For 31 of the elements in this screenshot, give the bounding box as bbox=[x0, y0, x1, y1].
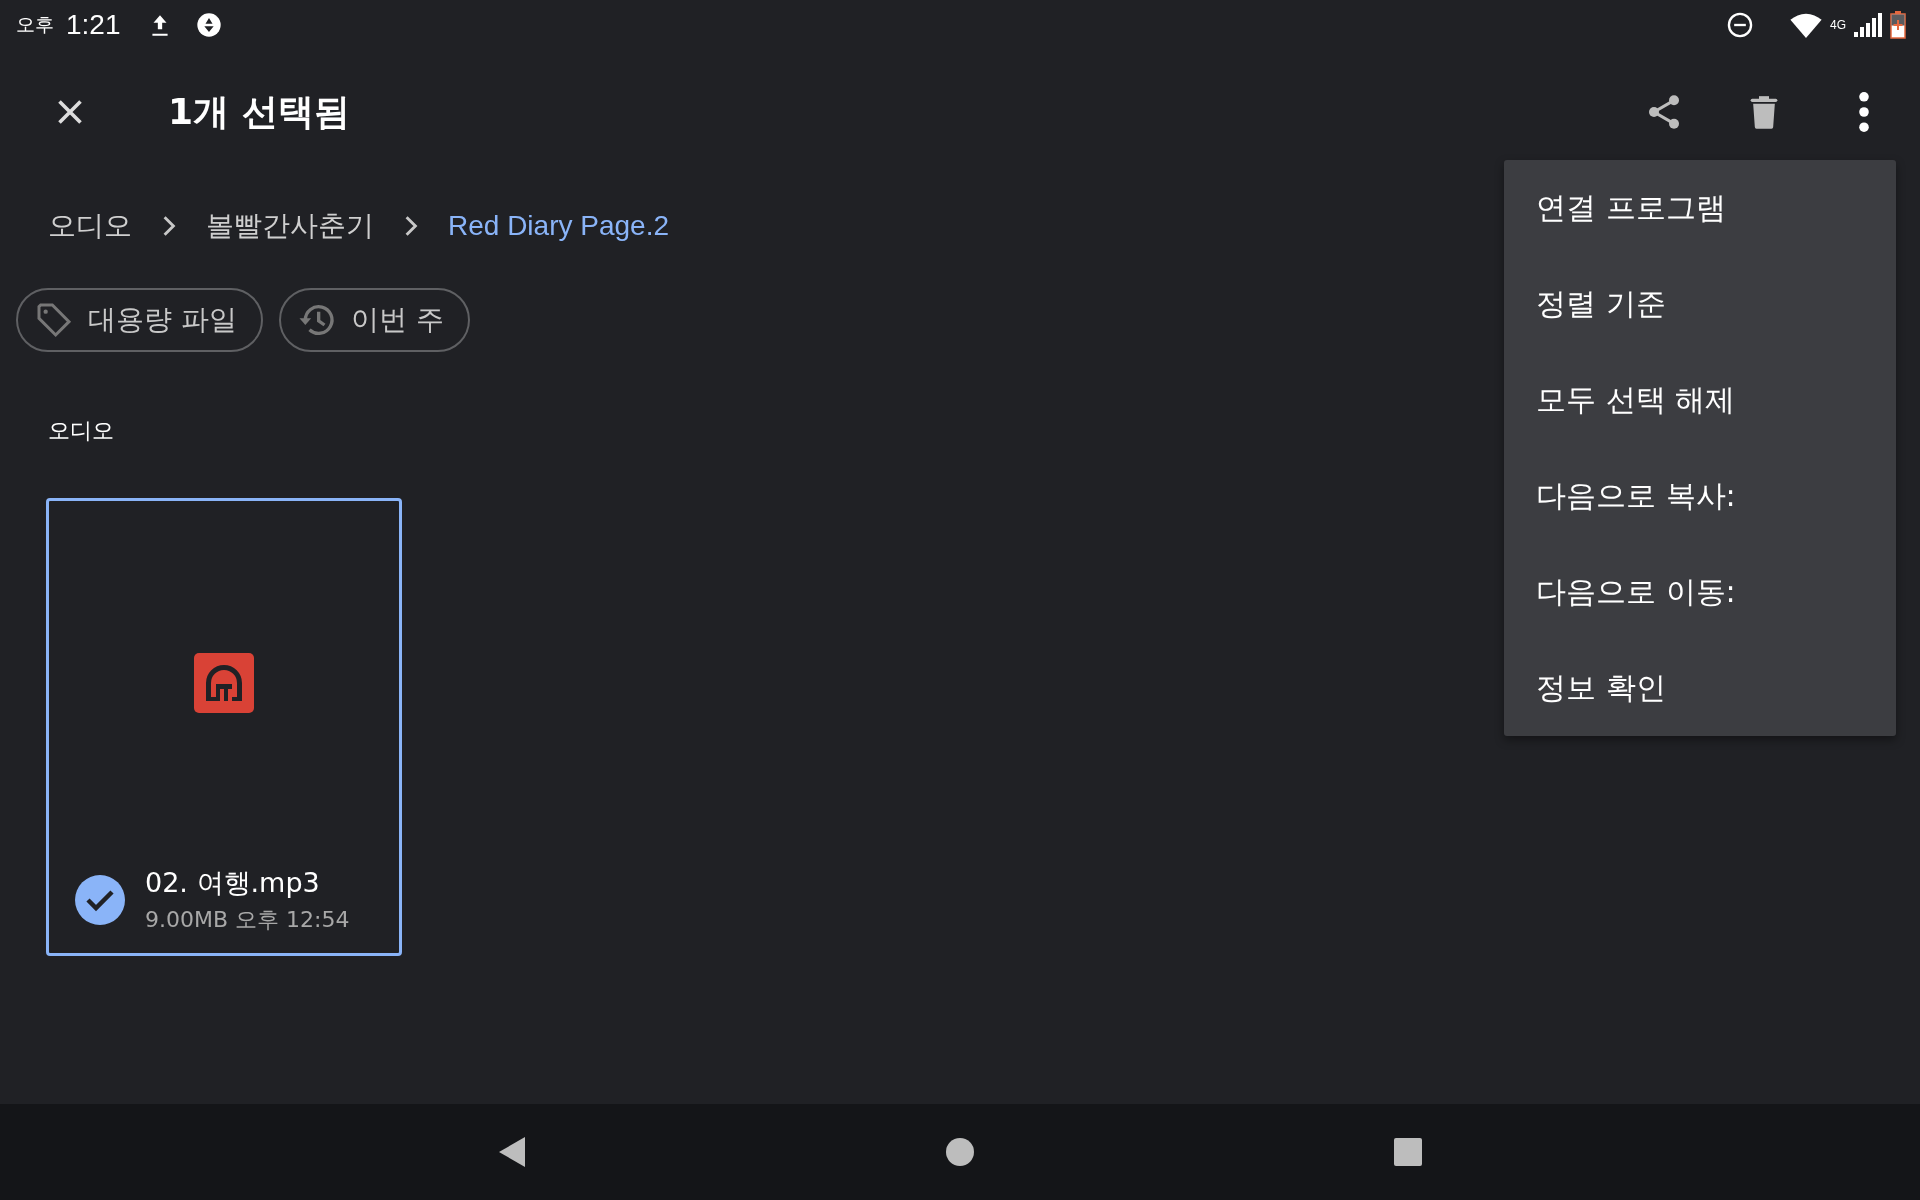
chevron-right-icon bbox=[404, 215, 418, 237]
breadcrumb-link[interactable]: 오디오 bbox=[48, 207, 132, 245]
menu-item[interactable]: 정보 확인 bbox=[1504, 640, 1896, 736]
home-circle-icon bbox=[945, 1137, 975, 1167]
signal-icon bbox=[1854, 13, 1882, 37]
section-heading: 오디오 bbox=[47, 417, 115, 445]
battery-icon bbox=[1890, 11, 1906, 39]
filter-chip[interactable]: 이번 주 bbox=[278, 288, 470, 352]
more-vertical-icon bbox=[1859, 92, 1869, 132]
menu-item[interactable]: 모두 선택 해제 bbox=[1504, 352, 1896, 448]
checkmark-icon bbox=[75, 875, 125, 925]
file-card[interactable]: 02. 여행.mp3 9.00MB 오후 12:54 bbox=[46, 498, 402, 956]
menu-item[interactable]: 다음으로 이동: bbox=[1504, 544, 1896, 640]
back-triangle-icon bbox=[497, 1135, 527, 1169]
menu-item[interactable]: 다음으로 복사: bbox=[1504, 448, 1896, 544]
selection-title: 1개 선택됨 bbox=[168, 89, 350, 134]
menu-item[interactable]: 연결 프로그램 bbox=[1504, 160, 1896, 256]
chevron-right-icon bbox=[162, 215, 176, 237]
headphones-icon bbox=[194, 653, 254, 713]
recents-square-icon bbox=[1393, 1137, 1423, 1167]
breadcrumb-link[interactable]: Red Diary Page.2 bbox=[448, 210, 669, 242]
file-details: 9.00MB 오후 12:54 bbox=[145, 906, 350, 934]
wifi-icon bbox=[1790, 12, 1822, 38]
filter-chip[interactable]: 대용량 파일 bbox=[16, 288, 263, 352]
breadcrumb-link[interactable]: 볼빨간사춘기 bbox=[206, 207, 374, 245]
menu-item[interactable]: 정렬 기준 bbox=[1504, 256, 1896, 352]
file-name: 02. 여행.mp3 bbox=[145, 866, 321, 900]
network-type: 4G bbox=[1830, 18, 1846, 32]
do-not-disturb-icon bbox=[1726, 11, 1754, 39]
status-time: 1:21 bbox=[66, 9, 121, 41]
status-ampm: 오후 bbox=[16, 12, 54, 37]
